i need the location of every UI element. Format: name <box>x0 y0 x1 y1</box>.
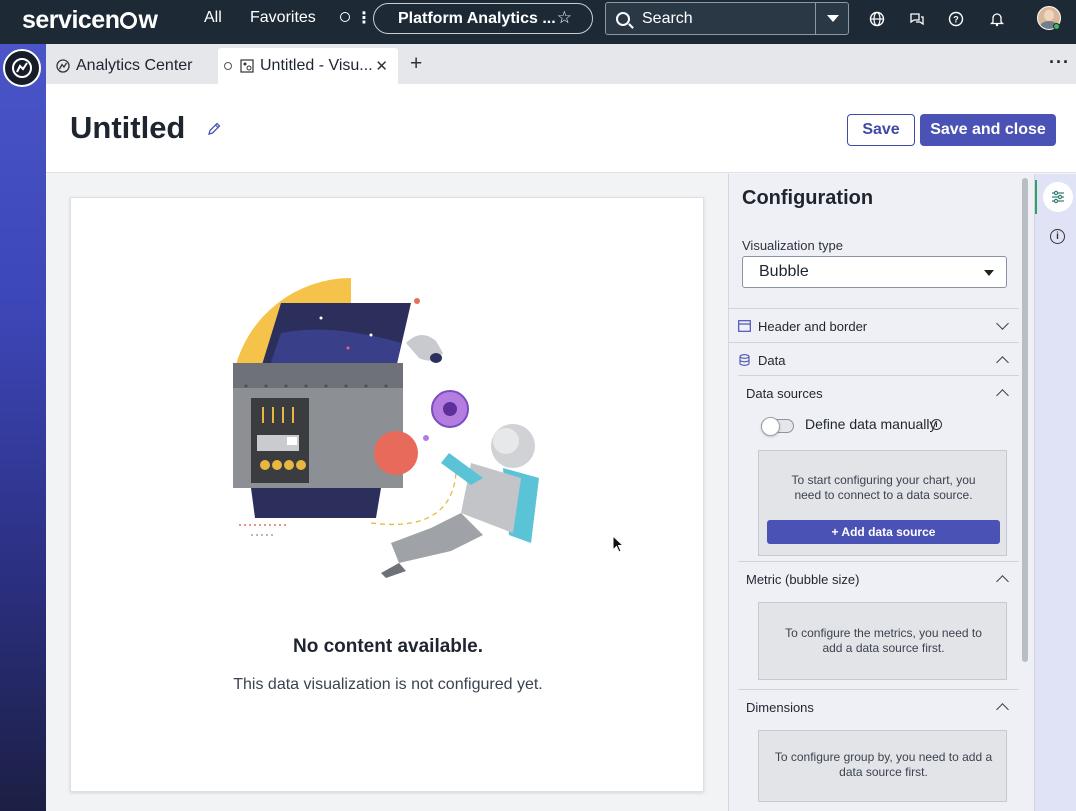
subsection-dimensions[interactable]: Dimensions <box>738 689 1019 723</box>
more-options-icon[interactable]: ··· <box>1049 52 1070 73</box>
section-label: Header and border <box>758 319 868 334</box>
subsection-metric[interactable]: Metric (bubble size) <box>738 561 1019 595</box>
servicenow-logo[interactable]: servicen w <box>22 6 158 35</box>
star-icon[interactable]: ☆ <box>557 8 572 28</box>
page-title: Untitled <box>70 110 186 145</box>
workspace-tabbar: Analytics Center Untitled - Visu... ✕ + … <box>46 44 1076 84</box>
presence-indicator <box>1053 23 1060 30</box>
define-data-manually-label: Define data manually <box>805 416 937 432</box>
dimensions-message: To configure group by, you need to add a… <box>774 750 993 779</box>
info-icon[interactable]: i <box>1050 229 1065 244</box>
tab-label: Analytics Center <box>76 57 193 74</box>
nav-all-menu[interactable]: All <box>204 9 222 27</box>
search-icon <box>616 11 630 26</box>
configuration-toggle-button[interactable] <box>1043 182 1073 212</box>
brand-text: servicen <box>22 6 120 34</box>
empty-state-title: No content available. <box>292 636 484 657</box>
save-and-close-button[interactable]: Save and close <box>920 114 1056 146</box>
connect-message: To start configuring your chart, you nee… <box>791 473 976 502</box>
subsection-label: Data sources <box>746 386 823 401</box>
header-border-icon <box>738 320 751 332</box>
subsection-data-sources[interactable]: Data sources <box>738 375 1019 409</box>
database-icon <box>739 354 750 366</box>
info-icon[interactable]: i <box>931 419 942 430</box>
sliders-icon <box>1052 190 1064 204</box>
subsection-label: Dimensions <box>746 700 814 715</box>
canvas-area: No content available. This data visualiz… <box>46 174 728 811</box>
metric-message: To configure the metrics, you need to ad… <box>785 626 982 655</box>
add-tab-icon[interactable]: + <box>410 52 422 76</box>
active-indicator <box>1035 180 1037 214</box>
context-pill[interactable]: Platform Analytics ... ☆ <box>373 3 593 34</box>
add-data-source-button[interactable]: + Add data source <box>767 520 1000 544</box>
visualization-type-select[interactable]: Bubble <box>742 256 1007 288</box>
metric-info-box: To configure the metrics, you need to ad… <box>758 602 1007 680</box>
section-data[interactable]: Data <box>729 342 1019 376</box>
visualization-type-label: Visualization type <box>742 238 843 253</box>
bell-icon[interactable] <box>989 11 1005 27</box>
config-scrollbar[interactable] <box>1022 178 1028 662</box>
search-placeholder: Search <box>642 9 693 27</box>
page-header: Untitled Save Save and close <box>46 84 1076 173</box>
context-pill-label: Platform Analytics ... <box>398 9 556 27</box>
empty-state-illustration <box>233 278 539 578</box>
unsaved-indicator-icon <box>224 62 232 70</box>
analytics-center-rail-icon[interactable] <box>3 49 41 87</box>
visualization-type-value: Bubble <box>759 263 809 280</box>
right-rail: i <box>1034 174 1076 811</box>
help-icon[interactable]: ? <box>948 11 964 27</box>
caret-down-icon <box>984 270 994 276</box>
section-header-and-border[interactable]: Header and border <box>729 308 1019 342</box>
global-search[interactable]: Search <box>605 2 849 35</box>
dimensions-info-box: To configure group by, you need to add a… <box>758 730 1007 802</box>
history-icon[interactable] <box>340 12 350 22</box>
brand-text-end: w <box>138 6 158 34</box>
pencil-icon[interactable] <box>206 121 222 137</box>
visualization-preview-card: No content available. This data visualiz… <box>70 197 704 792</box>
section-label: Data <box>758 353 786 368</box>
top-navigation: servicen w All Favorites ⋮ Platform Analy… <box>0 0 1076 44</box>
define-data-manually-toggle[interactable] <box>761 417 794 436</box>
chat-icon[interactable] <box>909 11 925 27</box>
mouse-cursor-icon <box>612 535 625 553</box>
brand-o-glyph <box>120 12 138 29</box>
tab-analytics-center[interactable]: Analytics Center <box>50 48 220 84</box>
visualization-icon <box>240 59 254 73</box>
chevron-down-icon[interactable] <box>996 317 1009 330</box>
chevron-up-icon[interactable] <box>996 575 1009 588</box>
search-scope-dropdown[interactable] <box>815 3 848 34</box>
save-button[interactable]: Save <box>847 114 915 146</box>
analytics-center-icon <box>56 59 70 73</box>
connect-data-source-box: To start configuring your chart, you nee… <box>758 450 1007 556</box>
more-menu-icon[interactable]: ⋮ <box>356 8 372 28</box>
left-rail <box>0 44 46 811</box>
subsection-label: Metric (bubble size) <box>746 572 860 587</box>
chevron-up-icon[interactable] <box>996 356 1009 369</box>
chevron-up-icon[interactable] <box>996 389 1009 402</box>
empty-state-subtitle: This data visualization is not configure… <box>233 676 543 693</box>
tab-label: Untitled - Visu... <box>260 57 373 74</box>
chevron-up-icon[interactable] <box>996 703 1009 716</box>
close-tab-icon[interactable]: ✕ <box>375 57 388 75</box>
nav-favorites-menu[interactable]: Favorites <box>250 9 316 27</box>
tab-untitled-visualization[interactable]: Untitled - Visu... ✕ <box>218 48 398 84</box>
globe-icon[interactable] <box>869 11 885 27</box>
svg-text:?: ? <box>953 15 959 25</box>
configuration-panel: Configuration Visualization type Bubble … <box>728 174 1034 811</box>
configuration-title: Configuration <box>742 187 874 209</box>
